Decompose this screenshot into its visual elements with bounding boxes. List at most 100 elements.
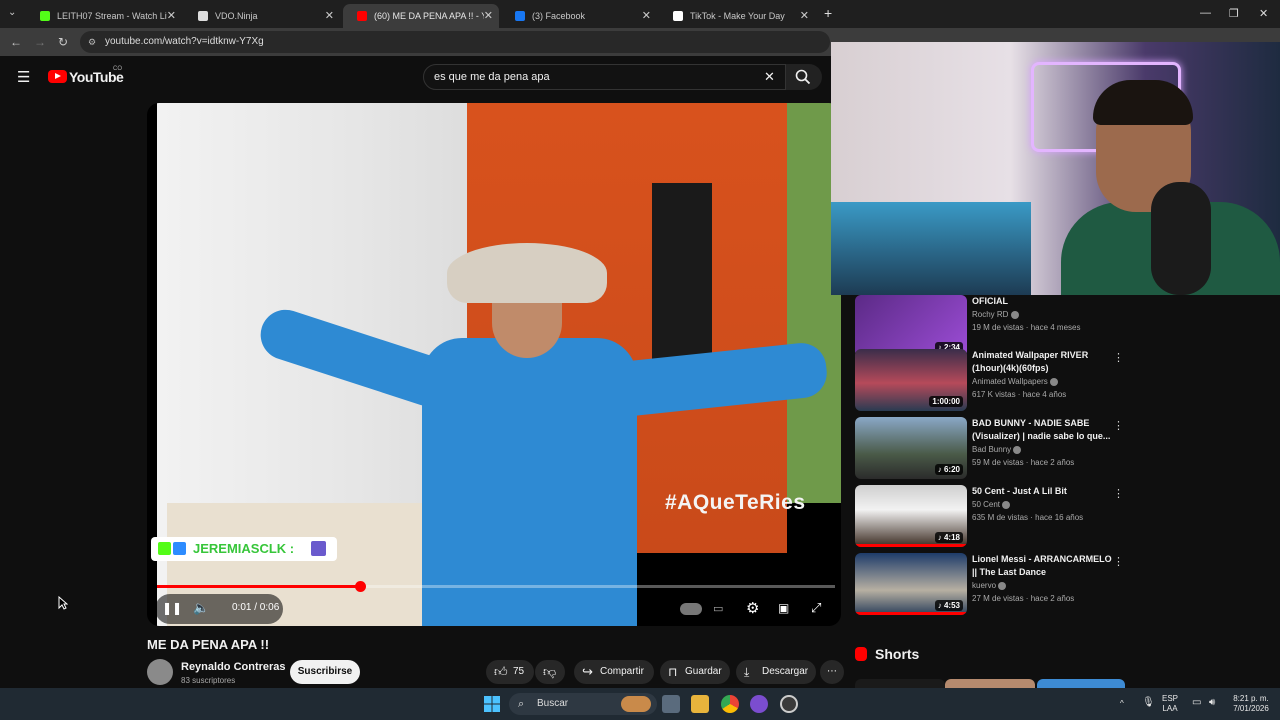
browser-tab[interactable]: (60) ME DA PENA APA !! - Y ✕ xyxy=(343,4,499,28)
video-duration: ♪ 4:18 xyxy=(934,532,963,543)
video-thumbnail[interactable]: ♪ 4:53 xyxy=(855,553,967,615)
search-button[interactable] xyxy=(786,64,822,90)
chrome-icon[interactable] xyxy=(721,695,739,713)
fullscreen-icon[interactable]: ⤢ xyxy=(811,600,821,616)
reload-icon[interactable]: ↻ xyxy=(58,35,68,49)
video-thumbnail[interactable]: ♪ 6:20 xyxy=(855,417,967,479)
clock-date: 7/01/2026 xyxy=(1233,704,1269,713)
pause-icon[interactable]: ❚❚ xyxy=(162,601,182,615)
app-icon[interactable] xyxy=(750,695,768,713)
related-video-item[interactable]: 1:00:00 Animated Wallpaper RIVER (1hour)(… xyxy=(855,349,1125,411)
widgets-icon[interactable] xyxy=(662,695,680,713)
verified-icon xyxy=(998,581,1007,590)
back-icon[interactable]: ← xyxy=(10,35,22,49)
related-video-item[interactable]: ♪ 6:20 BAD BUNNY - NADIE SABE (Visualizer… xyxy=(855,417,1125,479)
minimize-icon[interactable]: — xyxy=(1200,7,1211,19)
related-video-title[interactable]: OFICIAL xyxy=(972,295,1112,308)
more-options-icon[interactable]: ⋮ xyxy=(1113,419,1124,432)
video-thumbnail[interactable]: ♪ 2:34 xyxy=(855,295,967,357)
duration-text: 4:18 xyxy=(943,533,960,542)
download-button[interactable]: ⤓ Descargar xyxy=(736,660,816,684)
volume-icon[interactable]: 🔊︎ xyxy=(1209,698,1215,708)
shorts-label: Shorts xyxy=(875,646,920,662)
related-video-channel[interactable]: kuervo xyxy=(972,581,1007,590)
related-video-item[interactable]: ♪ 4:18 50 Cent - Just A Lil Bit 50 Cent 63… xyxy=(855,485,1125,547)
related-video-channel[interactable]: Bad Bunny xyxy=(972,445,1022,454)
verified-icon xyxy=(1013,445,1022,454)
dislike-button[interactable]: 👎︎ xyxy=(535,660,565,684)
related-video-item[interactable]: ♪ 4:53 Lionel Messi - ARRANCARMELO || The… xyxy=(855,553,1125,615)
kick-icon xyxy=(40,11,50,21)
file-explorer-icon[interactable] xyxy=(691,695,709,713)
theater-mode-icon[interactable]: ▣ xyxy=(778,601,789,615)
language-indicator[interactable]: ESP LAA xyxy=(1162,694,1178,714)
related-video-channel[interactable]: 50 Cent xyxy=(972,500,1011,509)
taskbar-search-box[interactable]: ⌕ Buscar xyxy=(509,693,657,715)
close-tab-icon[interactable]: ✕ xyxy=(325,9,334,22)
menu-icon[interactable]: ☰ xyxy=(17,68,30,86)
short-thumbnail[interactable] xyxy=(855,679,945,688)
new-tab-button[interactable]: + xyxy=(824,5,832,21)
close-tab-icon[interactable]: ✕ xyxy=(167,9,176,22)
address-bar[interactable]: ⚙ youtube.com/watch?v=idtknw-Y7Xg xyxy=(80,31,830,53)
obs-icon[interactable] xyxy=(780,695,798,713)
youtube-logo-icon[interactable] xyxy=(48,70,67,83)
browser-tab[interactable]: VDO.Ninja ✕ xyxy=(184,4,340,28)
more-options-icon[interactable]: ⋮ xyxy=(1113,351,1124,364)
network-icon[interactable]: ▭ xyxy=(1192,698,1201,708)
shorts-section-header: Shorts xyxy=(855,646,919,662)
settings-icon[interactable]: ⚙ xyxy=(746,599,759,617)
search-input[interactable]: es que me da pena apa ✕ xyxy=(423,64,786,90)
windows-start-icon[interactable] xyxy=(483,695,501,713)
volume-icon[interactable]: 🔈 xyxy=(193,600,209,616)
restore-icon[interactable]: ❐ xyxy=(1229,7,1239,20)
tiktok-icon xyxy=(673,11,683,21)
tray-chevron-icon[interactable]: ^ xyxy=(1120,699,1124,709)
forward-icon[interactable]: → xyxy=(34,35,46,49)
search-icon: ⌕ xyxy=(518,698,525,710)
browser-tab[interactable]: LEITH07 Stream - Watch Live o✕ xyxy=(26,4,182,28)
channel-avatar[interactable] xyxy=(147,659,173,685)
related-channel-name: kuervo xyxy=(972,581,997,590)
tab-search-chevron-icon[interactable]: ⌄ xyxy=(8,7,16,18)
clock[interactable]: 8:21 p. m. 7/01/2026 xyxy=(1226,694,1276,714)
facebook-icon xyxy=(515,11,525,21)
related-video-item[interactable]: ♪ 2:34 OFICIAL Rochy RD 19 M de vistas · h… xyxy=(855,295,1125,357)
related-video-title[interactable]: 50 Cent - Just A Lil Bit xyxy=(972,485,1112,498)
share-button[interactable]: ↪ Compartir xyxy=(574,660,654,684)
close-tab-icon[interactable]: ✕ xyxy=(484,9,493,22)
related-video-channel[interactable]: Animated Wallpapers xyxy=(972,377,1058,386)
related-video-title[interactable]: Animated Wallpaper RIVER (1hour)(4k)(60f… xyxy=(972,349,1112,375)
subtitles-icon[interactable]: ▭ xyxy=(713,602,723,615)
video-thumbnail[interactable]: ♪ 4:18 xyxy=(855,485,967,547)
browser-tab[interactable]: (3) Facebook ✕ xyxy=(501,4,657,28)
mouse-cursor-icon xyxy=(58,596,68,610)
autoplay-toggle[interactable] xyxy=(680,603,702,615)
site-info-icon[interactable]: ⚙ xyxy=(88,31,96,53)
verified-icon xyxy=(1002,500,1011,509)
related-video-title[interactable]: BAD BUNNY - NADIE SABE (Visualizer) | na… xyxy=(972,417,1112,443)
more-options-icon[interactable]: ⋮ xyxy=(1113,487,1124,500)
subscribe-button[interactable]: Suscribirse xyxy=(290,660,360,684)
microphone-icon[interactable]: 🎙︎ xyxy=(1142,698,1155,708)
clear-search-icon[interactable]: ✕ xyxy=(764,65,775,89)
related-video-channel[interactable]: Rochy RD xyxy=(972,310,1019,319)
close-window-icon[interactable]: ✕ xyxy=(1259,7,1268,20)
browser-tab-title: (60) ME DA PENA APA !! - Y xyxy=(374,11,484,21)
video-player[interactable]: #AQueTeRies JEREMIASCLK : ❚❚ 🔈 0:01 / 0:… xyxy=(147,103,841,626)
more-options-icon[interactable]: ⋮ xyxy=(1113,555,1124,568)
browser-tab[interactable]: TikTok - Make Your Day ✕ xyxy=(659,4,815,28)
video-frame-hat xyxy=(447,243,607,303)
short-thumbnail[interactable] xyxy=(945,679,1035,688)
save-button[interactable]: ⊓ Guardar xyxy=(660,660,730,684)
webcam-overlay xyxy=(831,42,1280,295)
short-thumbnail[interactable] xyxy=(1037,679,1125,688)
related-video-title[interactable]: Lionel Messi - ARRANCARMELO || The Last … xyxy=(972,553,1112,579)
related-channel-name: Animated Wallpapers xyxy=(972,377,1048,386)
channel-name[interactable]: Reynaldo Contreras xyxy=(181,661,286,673)
more-actions-button[interactable]: ⋯ xyxy=(820,660,844,684)
like-button[interactable]: 👍︎ 75 xyxy=(486,660,534,684)
close-tab-icon[interactable]: ✕ xyxy=(642,9,651,22)
close-tab-icon[interactable]: ✕ xyxy=(800,9,809,22)
video-thumbnail[interactable]: 1:00:00 xyxy=(855,349,967,411)
